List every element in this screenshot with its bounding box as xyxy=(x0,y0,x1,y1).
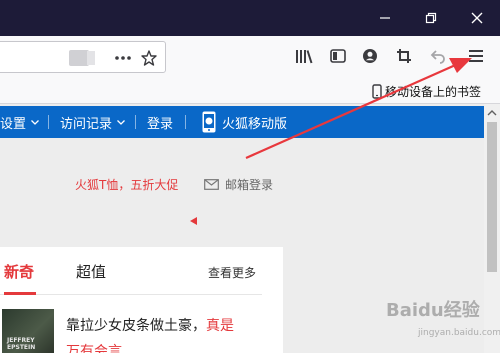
content-card: 新奇 超值 查看更多 JEFFREY EPSTEIN 靠拉少女皮条做土豪，真是 … xyxy=(0,247,283,353)
sidebar-button[interactable] xyxy=(328,46,348,66)
minimize-button[interactable] xyxy=(362,0,408,36)
url-bar[interactable] xyxy=(0,41,166,73)
view-more-link[interactable]: 查看更多 xyxy=(208,264,256,281)
mail-login-link[interactable]: 邮箱登录 xyxy=(204,176,273,193)
restore-button[interactable] xyxy=(408,0,454,36)
back-button[interactable] xyxy=(428,46,448,66)
watermark-brand: Baidu经验 xyxy=(386,300,480,321)
minimize-icon xyxy=(380,17,390,19)
mobile-phone-icon xyxy=(372,83,382,99)
library-button[interactable] xyxy=(294,46,314,66)
menu-button[interactable] xyxy=(464,44,488,68)
mobile-bookmarks-item[interactable]: 移动设备上的书签 xyxy=(372,81,481,101)
undo-arrow-icon xyxy=(430,50,445,64)
navigation-toolbar xyxy=(0,36,500,78)
nav-item-settings[interactable]: 设置 xyxy=(0,106,39,138)
account-button[interactable] xyxy=(360,46,380,66)
mobile-bookmarks-label: 移动设备上的书签 xyxy=(385,84,482,99)
site-nav-bar: 设置 访问记录 登录 火狐移动版 xyxy=(0,106,484,138)
tab-novelty[interactable]: 新奇 xyxy=(4,261,34,282)
promo-link[interactable]: 火狐T恤，五折大促 xyxy=(75,176,178,193)
mobile-firefox-icon xyxy=(202,111,216,133)
star-icon xyxy=(141,50,157,66)
nav-item-history[interactable]: 访问记录 xyxy=(60,106,125,138)
tab-divider xyxy=(0,294,262,295)
sidebar-icon xyxy=(330,49,346,63)
nav-item-login[interactable]: 登录 xyxy=(147,106,173,138)
scroll-up-icon xyxy=(487,110,497,116)
carousel-marker-icon xyxy=(190,217,197,225)
nav-settings-label: 设置 xyxy=(0,116,27,132)
more-dots-icon xyxy=(115,56,131,60)
account-icon xyxy=(363,49,377,63)
thumbnail-caption: JEFFREY EPSTEIN xyxy=(7,337,36,351)
article-headline[interactable]: 靠拉少女皮条做土豪，真是 万有会言 xyxy=(66,313,256,353)
mail-login-label: 邮箱登录 xyxy=(225,178,274,192)
nav-mobile-firefox-label: 火狐移动版 xyxy=(222,116,288,132)
chevron-down-icon xyxy=(117,119,125,125)
watermark-url: jingyan.baidu.com xyxy=(418,328,500,338)
nav-login-label: 登录 xyxy=(147,116,174,132)
bookmark-star-button[interactable] xyxy=(139,48,159,68)
close-icon xyxy=(471,12,483,24)
nav-history-label: 访问记录 xyxy=(60,116,113,132)
mail-envelope-icon xyxy=(204,179,219,190)
scrollbar-thumb[interactable] xyxy=(487,122,497,272)
close-button[interactable] xyxy=(454,0,500,36)
headline-text: 靠拉少女皮条做土豪， xyxy=(66,318,206,334)
nav-item-mobile-firefox[interactable]: 火狐移动版 xyxy=(202,106,287,138)
blurred-url-icon xyxy=(69,50,89,66)
article-thumbnail[interactable]: JEFFREY EPSTEIN xyxy=(2,309,54,353)
chevron-down-icon xyxy=(31,119,39,125)
screenshot-button[interactable] xyxy=(394,46,414,66)
active-tab-underline xyxy=(4,292,36,295)
library-icon xyxy=(296,50,313,64)
title-bar xyxy=(0,0,500,36)
hamburger-menu-icon xyxy=(469,50,483,62)
nav-divider xyxy=(48,115,49,129)
blurred-url-icon-2 xyxy=(87,51,95,65)
page-actions-button[interactable] xyxy=(113,49,133,67)
nav-divider xyxy=(135,115,136,129)
vertical-scrollbar[interactable] xyxy=(484,104,500,353)
tab-value[interactable]: 超值 xyxy=(76,261,106,282)
headline-red-tail: 万有会言 xyxy=(66,344,122,353)
bookmarks-bar: 移动设备上的书签 xyxy=(0,78,500,104)
browser-window: 移动设备上的书签 设置 访问记录 登录 火狐移动版 火狐T恤，五折大促 邮箱登录… xyxy=(0,0,500,353)
restore-icon xyxy=(425,12,437,24)
crop-icon xyxy=(397,49,411,63)
headline-red-text: 真是 xyxy=(206,318,234,334)
nav-divider xyxy=(185,115,186,129)
